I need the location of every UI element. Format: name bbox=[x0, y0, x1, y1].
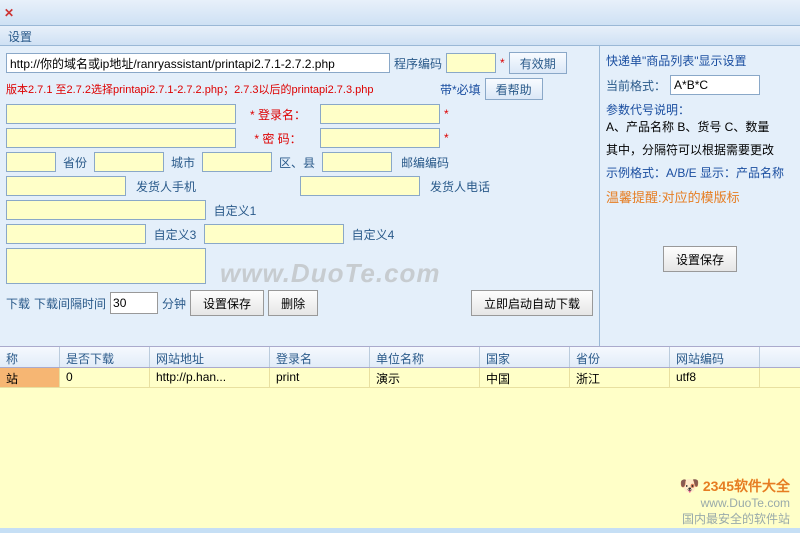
save-settings-button[interactable]: 设置保存 bbox=[190, 290, 264, 316]
window-tabbar: ✕ bbox=[0, 0, 800, 26]
cell-name: 站 bbox=[0, 368, 60, 387]
cell-org: 演示 bbox=[370, 368, 480, 387]
brand-logo: 2345软件大全 bbox=[703, 478, 790, 494]
col-country[interactable]: 国家 bbox=[480, 347, 570, 367]
format-panel: 快递单"商品列表"显示设置 当前格式： 参数代号说明： A、产品名称 B、货号 … bbox=[600, 46, 800, 346]
warn-text: 温馨提醒:对应的模版标 bbox=[606, 187, 794, 206]
col-login[interactable]: 登录名 bbox=[270, 347, 370, 367]
col-prov[interactable]: 省份 bbox=[570, 347, 670, 367]
cell-prov: 浙江 bbox=[570, 368, 670, 387]
section-title: 设置 bbox=[0, 26, 800, 46]
note-textarea[interactable] bbox=[6, 248, 206, 284]
password-label: * 密 码： bbox=[240, 130, 316, 147]
district-input[interactable] bbox=[202, 152, 272, 172]
custom4-label: 自定义4 bbox=[348, 226, 398, 243]
city-label: 城市 bbox=[168, 154, 198, 171]
postcode-input[interactable] bbox=[322, 152, 392, 172]
encoding-label: 程序编码 bbox=[394, 55, 442, 72]
settings-panel: 程序编码 * 有效期 版本2.7.1 至2.7.2选择printapi2.7.1… bbox=[0, 46, 600, 346]
required-star: * bbox=[500, 56, 505, 70]
district-label: 区、县 bbox=[276, 154, 318, 171]
sep-desc: 其中，分隔符可以根据需要更改 bbox=[606, 141, 794, 158]
format-title: 快递单"商品列表"显示设置 bbox=[606, 52, 794, 69]
custom3-label: 自定义3 bbox=[150, 226, 200, 243]
password-input[interactable] bbox=[320, 128, 440, 148]
prov-label: 省份 bbox=[60, 154, 90, 171]
required-hint: 带*必填 bbox=[440, 81, 481, 98]
login-label: * 登录名： bbox=[240, 106, 316, 123]
cell-encoding: utf8 bbox=[670, 368, 760, 387]
help-button[interactable]: 看帮助 bbox=[485, 78, 543, 100]
custom1-input[interactable] bbox=[6, 200, 206, 220]
interval-label: 下载间隔时间 bbox=[34, 295, 106, 312]
delete-button[interactable]: 删除 bbox=[268, 290, 318, 316]
cell-login: print bbox=[270, 368, 370, 387]
unit-label: 分钟 bbox=[162, 295, 186, 312]
version-hint: 版本2.7.1 至2.7.2选择printapi2.7.1-2.7.2.php；… bbox=[6, 81, 436, 97]
col-name[interactable]: 称 bbox=[0, 347, 60, 367]
format-save-button[interactable]: 设置保存 bbox=[663, 246, 737, 272]
cell-url: http://p.han... bbox=[150, 368, 270, 387]
prov-input[interactable] bbox=[6, 152, 56, 172]
fmt-label: 当前格式： bbox=[606, 77, 666, 94]
custom4-input[interactable] bbox=[204, 224, 344, 244]
param-title: 参数代号说明： bbox=[606, 101, 794, 118]
col-encoding[interactable]: 网站编码 bbox=[670, 347, 760, 367]
fmt-input[interactable] bbox=[670, 75, 760, 95]
col-download[interactable]: 是否下载 bbox=[60, 347, 150, 367]
sender-mobile-input[interactable] bbox=[6, 176, 126, 196]
brand-url: www.DuoTe.com bbox=[701, 496, 790, 510]
col-url[interactable]: 网站地址 bbox=[150, 347, 270, 367]
required-star: * bbox=[444, 107, 449, 121]
brand-slogan: 国内最安全的软件站 bbox=[682, 512, 790, 526]
col-org[interactable]: 单位名称 bbox=[370, 347, 480, 367]
cell-download: 0 bbox=[60, 368, 150, 387]
sender-phone-input[interactable] bbox=[300, 176, 420, 196]
sender-phone-label: 发货人电话 bbox=[424, 178, 496, 195]
example-desc: 示例格式：A/B/E 显示：产品名称 bbox=[606, 164, 794, 181]
cell-country: 中国 bbox=[480, 368, 570, 387]
interval-spinner[interactable] bbox=[110, 292, 158, 314]
auto-download-button[interactable]: 立即启动自动下载 bbox=[471, 290, 593, 316]
postcode-label: 邮编编码 bbox=[396, 154, 454, 171]
param-desc: A、产品名称 B、货号 C、数量 bbox=[606, 118, 794, 135]
api-url-input[interactable] bbox=[6, 53, 390, 73]
table-header: 称 是否下载 网站地址 登录名 单位名称 国家 省份 网站编码 bbox=[0, 346, 800, 368]
table-row[interactable]: 站 0 http://p.han... print 演示 中国 浙江 utf8 bbox=[0, 368, 800, 388]
required-star: * bbox=[444, 131, 449, 145]
company-input[interactable] bbox=[6, 104, 236, 124]
validity-button[interactable]: 有效期 bbox=[509, 52, 567, 74]
encoding-input[interactable] bbox=[446, 53, 496, 73]
city-input[interactable] bbox=[94, 152, 164, 172]
close-icon[interactable]: ✕ bbox=[4, 6, 20, 20]
custom3-input[interactable] bbox=[6, 224, 146, 244]
custom1-label: 自定义1 bbox=[210, 202, 260, 219]
footer: 🐶 2345软件大全 www.DuoTe.com 国内最安全的软件站 bbox=[680, 476, 790, 527]
extra-input[interactable] bbox=[6, 128, 236, 148]
download-label: 下载 bbox=[6, 295, 30, 312]
login-input[interactable] bbox=[320, 104, 440, 124]
sender-mobile-label: 发货人手机 bbox=[130, 178, 202, 195]
